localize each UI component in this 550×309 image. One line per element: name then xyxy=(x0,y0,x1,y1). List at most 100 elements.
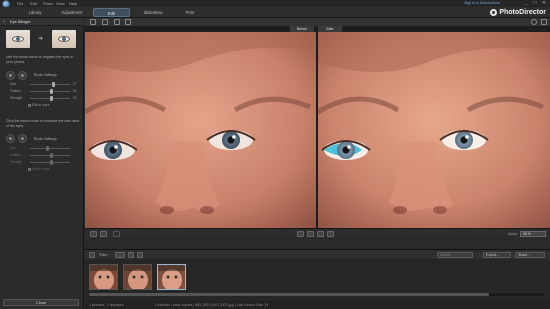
size-value: 27 xyxy=(73,82,77,86)
brighten-description: Use the below brush to brighten the eyes… xyxy=(6,55,74,64)
eraser-icon-2[interactable] xyxy=(18,134,27,143)
compare-view-icon[interactable] xyxy=(102,19,108,25)
photodirector-logo-icon xyxy=(490,9,498,16)
size-label-2: Size xyxy=(10,146,17,150)
size-slider[interactable]: Size 27 xyxy=(10,82,80,87)
brush-icon[interactable] xyxy=(6,71,15,80)
enhance-description: Click the below brush to enhance the dar… xyxy=(6,119,80,128)
size-knob-2[interactable] xyxy=(46,146,49,151)
tab-print[interactable]: Print xyxy=(175,8,205,17)
brush-settings-label[interactable]: Brush Settings xyxy=(34,73,57,77)
selection-status: 1 selected - 3 displayed xyxy=(89,303,124,307)
brush-settings-label-2[interactable]: Brush Settings xyxy=(34,137,57,141)
menu-bar: File Edit Photo View Help xyxy=(17,0,82,7)
back-arrow-icon[interactable]: ‹ xyxy=(3,18,5,26)
auto-adjust-checkbox-2[interactable]: Edit or more xyxy=(28,167,49,171)
single-view-icon[interactable] xyxy=(90,19,96,25)
panel-title: Eye Blinger xyxy=(10,19,31,24)
viewer-bottom-bar: Zoom: 95 % xyxy=(85,228,550,238)
maximize-button[interactable]: □ xyxy=(532,0,538,7)
strength-value: 50 xyxy=(73,96,77,100)
filmstrip-toggle-icon[interactable] xyxy=(125,19,131,25)
search-input[interactable]: Search xyxy=(437,252,473,258)
viewer-toolbar xyxy=(85,18,550,26)
split-view-icon[interactable] xyxy=(114,19,120,25)
view-mode-icon[interactable] xyxy=(113,231,120,237)
next-photo-button[interactable] xyxy=(100,231,107,237)
redo-button[interactable] xyxy=(307,231,314,237)
main-tabs: Library Adjustment Edit Slideshow Print … xyxy=(0,7,550,18)
magnifier-icon[interactable] xyxy=(531,19,537,25)
rotate-right-button[interactable] xyxy=(327,231,334,237)
before-after-eye-preview: ➔ xyxy=(6,30,78,48)
size-slider-2[interactable]: Size xyxy=(10,146,80,151)
menu-file[interactable]: File xyxy=(17,0,30,7)
tab-library[interactable]: Library xyxy=(20,8,50,17)
auto-adjust-label: Edit or more xyxy=(32,103,50,107)
panel-header: ‹ Eye Blinger xyxy=(0,18,84,26)
filmstrip-scrollbar[interactable] xyxy=(89,293,544,296)
photo-thumbnail[interactable] xyxy=(89,264,118,290)
window-controls: _ □ ✕ xyxy=(523,0,547,7)
photo-viewer: Before After Zoom: 95 % xyxy=(85,18,550,238)
tab-edit[interactable]: Edit xyxy=(93,8,130,17)
strength-slider-2[interactable]: Strength xyxy=(10,160,80,165)
strength-knob-2[interactable] xyxy=(50,160,53,165)
brush-icon-2[interactable] xyxy=(6,134,15,143)
filmstrip-toolbar: Filter: Search Export... Share... xyxy=(85,249,550,259)
app-window: File Edit Photo View Help Sign in to Dir… xyxy=(0,0,550,309)
eye-after-thumbnail xyxy=(52,30,76,48)
menu-view[interactable]: View xyxy=(56,0,69,7)
close-window-button[interactable]: ✕ xyxy=(541,0,547,7)
title-bar: File Edit Photo View Help Sign in to Dir… xyxy=(0,0,550,8)
share-button[interactable]: Share... xyxy=(515,252,545,258)
eraser-icon[interactable] xyxy=(18,71,27,80)
minimize-button[interactable]: _ xyxy=(523,0,529,7)
brand-name: PhotoDirector xyxy=(499,9,546,16)
scrollbar-thumb[interactable] xyxy=(89,293,489,296)
feather-label-2: Feather xyxy=(10,153,21,157)
strength-label-2: Strength xyxy=(10,160,23,164)
tab-adjustment[interactable]: Adjustment xyxy=(54,8,90,17)
strength-slider[interactable]: Strength 50 xyxy=(10,96,80,101)
feather-slider-2[interactable]: Feather xyxy=(10,153,80,158)
color-label-icon[interactable] xyxy=(137,252,143,258)
after-photo[interactable] xyxy=(318,32,550,228)
filter-stars-icon[interactable] xyxy=(115,252,125,258)
fullscreen-icon[interactable] xyxy=(541,19,547,25)
feather-knob-2[interactable] xyxy=(50,153,53,158)
tab-slideshow[interactable]: Slideshow xyxy=(135,8,171,17)
strength-knob[interactable] xyxy=(50,96,53,101)
rotate-left-button[interactable] xyxy=(317,231,324,237)
before-photo[interactable] xyxy=(85,32,316,228)
feather-knob[interactable] xyxy=(50,89,53,94)
collection-status: Collection: Latest Imports | IMG_5321 (I… xyxy=(155,303,269,307)
photo-thumbnail-selected[interactable] xyxy=(157,264,186,290)
list-view-icon[interactable] xyxy=(89,252,95,258)
eye-blinger-panel: ‹ Eye Blinger ➔ Use the below brush to b… xyxy=(0,18,84,309)
eye-before-thumbnail xyxy=(6,30,30,48)
prev-photo-button[interactable] xyxy=(90,231,97,237)
menu-photo[interactable]: Photo xyxy=(43,0,56,7)
strength-label: Strength xyxy=(10,96,23,100)
close-button[interactable]: Close xyxy=(3,299,79,306)
zoom-select[interactable]: 95 % xyxy=(520,231,546,237)
menu-edit[interactable]: Edit xyxy=(30,0,43,7)
feather-slider[interactable]: Feather 50 xyxy=(10,89,80,94)
sign-in-link[interactable]: Sign in to DirectorZone xyxy=(464,1,500,5)
feather-label: Feather xyxy=(10,89,21,93)
arrow-right-icon: ➔ xyxy=(38,36,44,42)
brand: PhotoDirector xyxy=(490,7,546,18)
auto-adjust-label-2: Edit or more xyxy=(32,167,50,171)
menu-help[interactable]: Help xyxy=(69,0,82,7)
feather-value: 50 xyxy=(73,89,77,93)
undo-button[interactable] xyxy=(297,231,304,237)
photo-thumbnail[interactable] xyxy=(123,264,152,290)
filmstrip xyxy=(85,259,550,301)
export-button[interactable]: Export... xyxy=(483,252,511,258)
zoom-label: Zoom: xyxy=(508,232,518,236)
size-knob[interactable] xyxy=(52,82,55,87)
auto-adjust-checkbox[interactable]: Edit or more xyxy=(28,103,49,107)
size-label: Size xyxy=(10,82,17,86)
flag-icon[interactable] xyxy=(128,252,134,258)
